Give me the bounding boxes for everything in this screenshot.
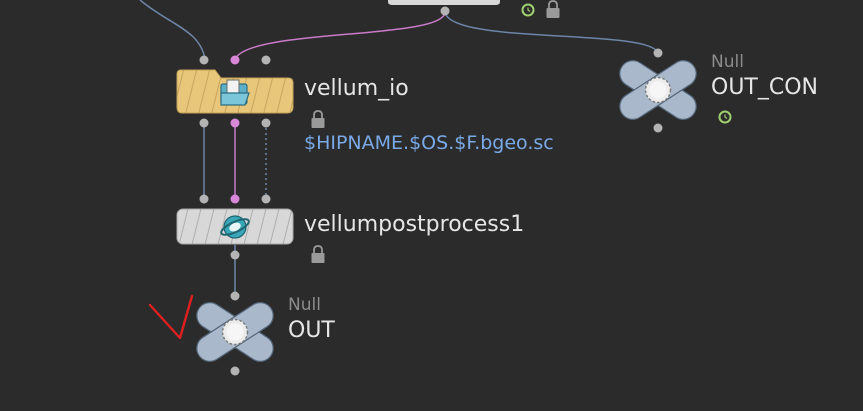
folder-file-icon xyxy=(220,79,250,106)
clock-icon xyxy=(718,110,732,124)
out-con-input-port[interactable] xyxy=(653,48,663,58)
vellum-io-output-port-3[interactable] xyxy=(261,118,271,128)
upstream-output-port[interactable] xyxy=(440,6,450,16)
wire-upstream-to-vellum-io[interactable] xyxy=(139,0,206,60)
vellum-io-node-name[interactable]: vellum_io xyxy=(304,76,409,101)
out-con-output-port[interactable] xyxy=(653,123,663,133)
null-sop-icon xyxy=(619,60,697,120)
display-flag-check-icon[interactable] xyxy=(148,294,194,340)
lock-icon xyxy=(311,245,325,263)
postprocess-input-port-2[interactable] xyxy=(230,194,240,204)
vellum-io-input-port-1[interactable] xyxy=(199,55,209,65)
vellum-io-output-port-2[interactable] xyxy=(230,118,240,128)
null-sop-icon xyxy=(196,302,274,362)
out-node-type: Null xyxy=(288,295,321,315)
vellum-io-input-port-3[interactable] xyxy=(261,55,271,65)
out-con-node-type: Null xyxy=(711,52,744,72)
postprocess-input-port-3[interactable] xyxy=(261,194,271,204)
clock-icon xyxy=(521,3,535,17)
lock-icon xyxy=(311,110,325,128)
out-output-port[interactable] xyxy=(230,366,240,376)
lock-icon xyxy=(546,0,560,18)
postprocess-output-port[interactable] xyxy=(230,250,240,260)
out-input-port[interactable] xyxy=(230,291,240,301)
out-con-node-name[interactable]: OUT_CON xyxy=(711,75,818,100)
node-vellum-io[interactable] xyxy=(176,55,325,129)
vellum-io-output-port-1[interactable] xyxy=(199,118,209,128)
postprocess-input-port-1[interactable] xyxy=(199,194,209,204)
upstream-node[interactable] xyxy=(388,0,560,18)
vellum-io-input-port-2[interactable] xyxy=(230,55,240,65)
node-vellumpostprocess1[interactable] xyxy=(176,194,325,264)
node-out[interactable] xyxy=(148,291,278,376)
out-node-name[interactable]: OUT xyxy=(288,318,335,343)
postprocess-node-name[interactable]: vellumpostprocess1 xyxy=(304,212,524,237)
vellum-io-filepath-parameter: $HIPNAME.$OS.$F.bgeo.sc xyxy=(304,132,554,154)
wire-upstream-to-vellum-io-constraints[interactable] xyxy=(234,11,446,60)
wire-upstream-to-out-con[interactable] xyxy=(444,11,659,54)
